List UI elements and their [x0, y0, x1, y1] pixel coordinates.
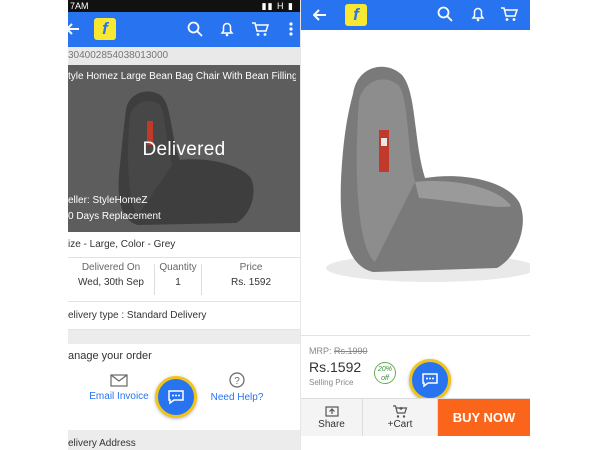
app-bar: f [68, 12, 300, 47]
search-icon[interactable] [186, 20, 204, 38]
section-gap [68, 330, 300, 344]
back-arrow-icon[interactable] [311, 6, 329, 24]
chat-button[interactable] [155, 376, 197, 418]
delivery-type: elivery type : Standard Delivery [68, 302, 300, 330]
price-column: Price Rs. 1592 [202, 262, 300, 301]
delivery-status: Delivered [142, 139, 226, 160]
discount-off-label: off [381, 375, 389, 382]
manage-order-heading: anage your order [68, 350, 152, 362]
share-label: Share [318, 418, 345, 430]
delivered-on-label: Delivered On [81, 262, 141, 273]
chat-icon [168, 390, 184, 405]
flipkart-logo-icon[interactable]: f [94, 18, 116, 40]
add-to-cart-icon [393, 405, 408, 418]
quantity-value: 1 [175, 277, 181, 288]
back-arrow-icon[interactable] [68, 20, 82, 38]
price-value: Rs. 1592 [230, 277, 272, 288]
order-id: 304002854038013000 [68, 47, 300, 65]
app-bar: f [301, 0, 530, 30]
cart-icon[interactable] [499, 5, 519, 23]
status-time: 7AM [70, 1, 89, 11]
email-invoice-label: Email Invoice [89, 391, 149, 402]
product-hero[interactable]: tyle Homez Large Bean Bag Chair With Bea… [68, 65, 300, 232]
replacement-policy: 0 Days Replacement [68, 211, 161, 222]
bell-icon[interactable] [218, 20, 236, 38]
add-to-cart-button[interactable]: +Cart [363, 399, 438, 436]
order-details-screen: 7AM ▮▮ H ▮ f 304002854038013000 tyle Hom… [68, 0, 300, 450]
selling-price-label: Selling Price [309, 378, 354, 387]
price-label: Price [239, 262, 263, 273]
variant-info: ize - Large, Color - Grey [68, 232, 300, 258]
chat-button[interactable] [409, 359, 451, 401]
delivery-address-heading: elivery Address [68, 430, 300, 450]
share-button[interactable]: Share [301, 399, 363, 436]
buy-now-button[interactable]: BUY NOW [438, 399, 530, 436]
svg-text:?: ? [234, 376, 240, 387]
order-info-table: Delivered On Wed, 30th Sep Quantity 1 Pr… [68, 258, 300, 302]
mail-icon [110, 374, 128, 387]
bean-bag-image [326, 66, 530, 282]
mrp-label: MRP: [309, 346, 332, 356]
help-icon: ? [229, 372, 245, 388]
delivered-on-value: Wed, 30th Sep [78, 277, 144, 288]
more-vertical-icon[interactable] [286, 20, 296, 38]
email-invoice-button[interactable]: Email Invoice [86, 374, 152, 402]
status-bar: 7AM ▮▮ H ▮ [68, 0, 300, 12]
quantity-label: Quantity [159, 262, 197, 273]
flipkart-logo-icon[interactable]: f [345, 4, 367, 26]
status-icons: ▮▮ H ▮ [261, 1, 294, 11]
seller-name: eller: StyleHomeZ [68, 195, 148, 206]
mrp-row: MRP: Rs.1990 [309, 346, 368, 356]
add-to-cart-label: +Cart [387, 419, 413, 430]
product-page-screen: f MRP: Rs.1990 Rs.1592 Selling Price 20% [300, 0, 530, 450]
search-icon[interactable] [436, 5, 454, 23]
quantity-column: Quantity 1 [155, 262, 201, 301]
mrp-value: Rs.1990 [334, 346, 368, 356]
need-help-button[interactable]: ? Need Help? [206, 372, 268, 403]
chat-icon [422, 373, 438, 388]
cart-icon[interactable] [250, 20, 270, 38]
bell-icon[interactable] [469, 5, 487, 23]
discount-badge: 20% off [374, 362, 396, 384]
product-title: tyle Homez Large Bean Bag Chair With Bea… [68, 71, 296, 82]
product-image-area[interactable] [301, 30, 530, 335]
delivered-on-column: Delivered On Wed, 30th Sep [68, 262, 154, 301]
selling-price: Rs.1592 [309, 359, 362, 375]
bottom-action-bar: Share +Cart BUY NOW [301, 398, 530, 436]
share-icon [324, 405, 339, 417]
need-help-label: Need Help? [210, 392, 264, 403]
discount-percent: 20% [377, 366, 392, 373]
